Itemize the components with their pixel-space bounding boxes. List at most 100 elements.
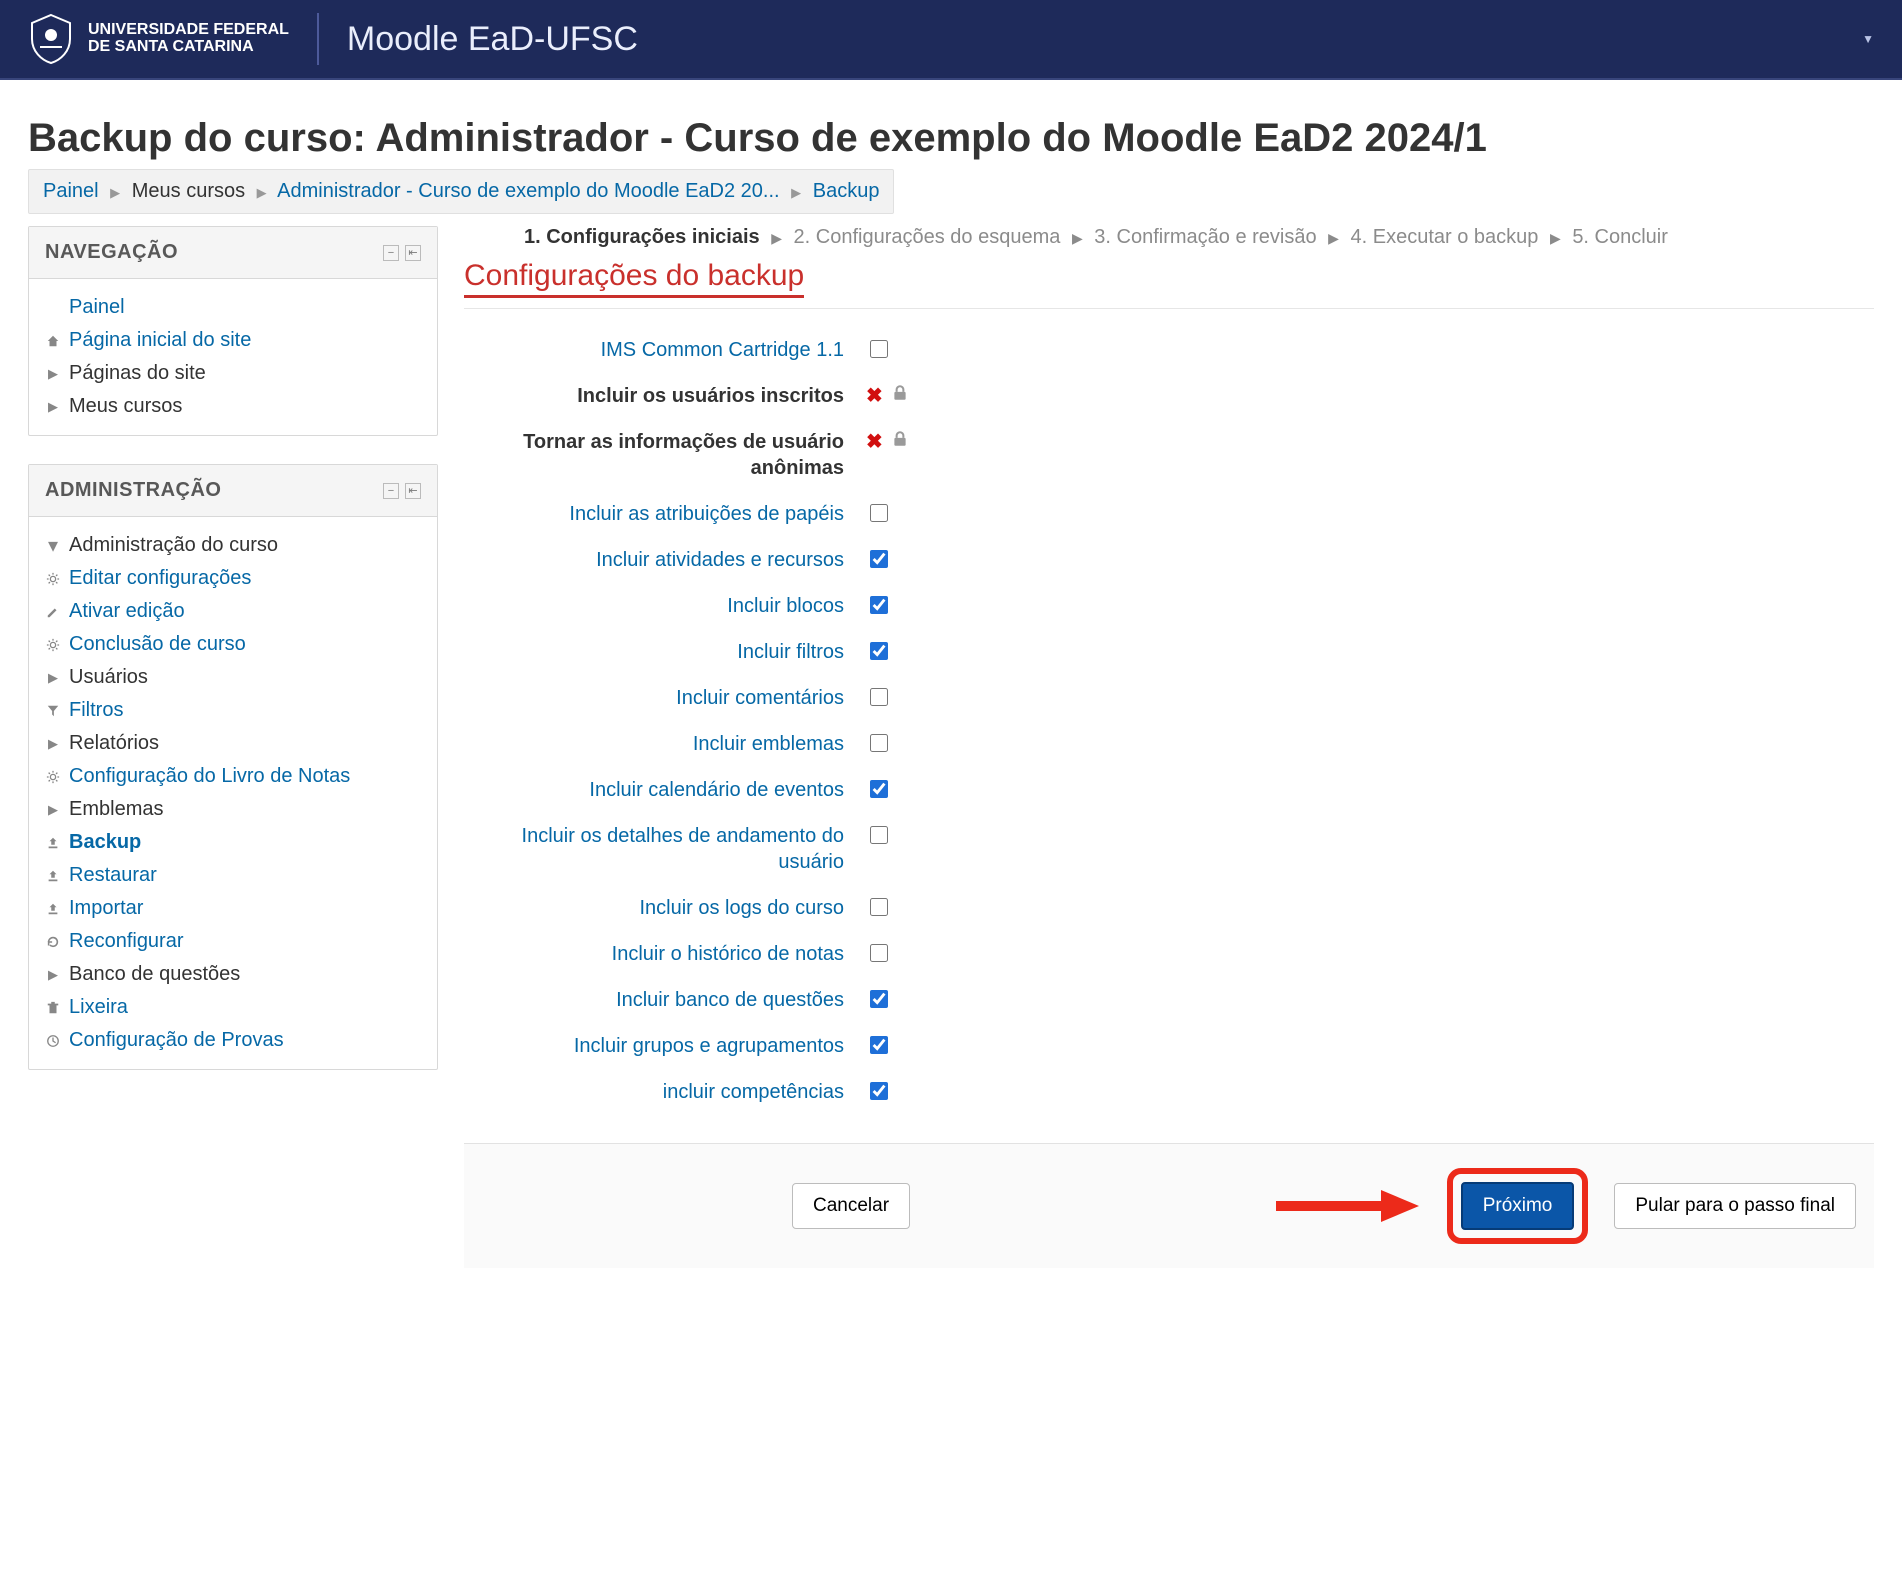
annotation-arrow-icon <box>1271 1186 1421 1226</box>
setting-label: Incluir o histórico de notas <box>464 941 844 967</box>
admin-item[interactable]: Restaurar <box>45 859 421 892</box>
setting-row: Incluir calendário de eventos <box>464 767 1874 813</box>
brand-line2: DE SANTA CATARINA <box>88 39 289 56</box>
setting-checkbox[interactable] <box>870 642 888 660</box>
admin-item[interactable]: ▶ Relatórios <box>45 727 421 760</box>
admin-item-label[interactable]: Restaurar <box>69 864 157 887</box>
setting-checkbox[interactable] <box>870 734 888 752</box>
nav-item-label: Meus cursos <box>69 395 182 418</box>
setting-row: Incluir blocos <box>464 583 1874 629</box>
admin-item[interactable]: Backup <box>45 826 421 859</box>
setting-checkbox[interactable] <box>870 596 888 614</box>
admin-item-label: Relatórios <box>69 732 159 755</box>
admin-item[interactable]: Ativar edição <box>45 595 421 628</box>
setting-control <box>866 593 891 617</box>
admin-item-label[interactable]: Editar configurações <box>69 567 251 590</box>
nav-item[interactable]: ▶Páginas do site <box>45 357 421 390</box>
nav-item[interactable]: Painel <box>45 291 421 324</box>
setting-control <box>866 1079 891 1103</box>
setting-checkbox[interactable] <box>870 990 888 1008</box>
skip-to-final-button[interactable]: Pular para o passo final <box>1614 1183 1856 1229</box>
caret-icon: ▶ <box>45 736 61 752</box>
step-5: 5. Concluir <box>1572 226 1668 248</box>
setting-row: Incluir comentários <box>464 675 1874 721</box>
admin-item-label[interactable]: Reconfigurar <box>69 930 184 953</box>
admin-item-label[interactable]: Conclusão de curso <box>69 633 246 656</box>
block-dock-icon[interactable]: ⇤ <box>405 245 421 261</box>
setting-label: Incluir blocos <box>464 593 844 619</box>
setting-control <box>866 639 891 663</box>
block-collapse-icon[interactable]: − <box>383 483 399 499</box>
navigation-list: Painel Página inicial do site ▶Páginas do … <box>45 291 421 423</box>
block-dock-icon[interactable]: ⇤ <box>405 483 421 499</box>
setting-checkbox[interactable] <box>870 780 888 798</box>
breadcrumb-course[interactable]: Administrador - Curso de exemplo do Mood… <box>277 180 779 202</box>
page-title: Backup do curso: Administrador - Curso d… <box>28 116 1874 161</box>
setting-label: Incluir banco de questões <box>464 987 844 1013</box>
user-menu-caret-icon[interactable]: ▼ <box>1862 32 1874 46</box>
setting-checkbox[interactable] <box>870 944 888 962</box>
setting-checkbox[interactable] <box>870 550 888 568</box>
setting-label: Incluir calendário de eventos <box>464 777 844 803</box>
nav-item-label[interactable]: Página inicial do site <box>69 329 251 352</box>
setting-row: Incluir filtros <box>464 629 1874 675</box>
funnel-icon <box>45 703 61 719</box>
admin-item[interactable]: Filtros <box>45 694 421 727</box>
breadcrumb-painel[interactable]: Painel <box>43 180 99 202</box>
admin-item[interactable]: Configuração de Provas <box>45 1024 421 1057</box>
setting-control <box>866 777 891 801</box>
setting-row: Incluir atividades e recursos <box>464 537 1874 583</box>
setting-control <box>866 547 891 571</box>
admin-item-label[interactable]: Configuração de Provas <box>69 1029 284 1052</box>
disabled-x-icon: ✖ <box>866 383 883 408</box>
admin-item[interactable]: Reconfigurar <box>45 925 421 958</box>
gear-icon <box>45 769 61 785</box>
breadcrumb-backup[interactable]: Backup <box>813 180 880 202</box>
caret-icon: ▶ <box>45 670 61 686</box>
admin-item-label[interactable]: Lixeira <box>69 996 128 1019</box>
admin-item[interactable]: Editar configurações <box>45 562 421 595</box>
admin-item[interactable]: ▶Banco de questões <box>45 958 421 991</box>
admin-item[interactable]: ▶Usuários <box>45 661 421 694</box>
setting-label: Incluir comentários <box>464 685 844 711</box>
admin-root[interactable]: ▾ Administração do curso <box>45 529 421 562</box>
admin-item-label[interactable]: Configuração do Livro de Notas <box>69 765 350 788</box>
setting-row: Incluir o histórico de notas <box>464 931 1874 977</box>
setting-label: Incluir filtros <box>464 639 844 665</box>
setting-label: IMS Common Cartridge 1.1 <box>464 337 844 363</box>
setting-checkbox[interactable] <box>870 1036 888 1054</box>
admin-item[interactable]: Configuração do Livro de Notas <box>45 760 421 793</box>
admin-item[interactable]: Lixeira <box>45 991 421 1024</box>
setting-checkbox[interactable] <box>870 898 888 916</box>
setting-label: Incluir atividades e recursos <box>464 547 844 573</box>
admin-item[interactable]: ▶Emblemas <box>45 793 421 826</box>
setting-checkbox[interactable] <box>870 1082 888 1100</box>
gear-icon <box>45 637 61 653</box>
setting-row: Incluir emblemas <box>464 721 1874 767</box>
admin-item-label[interactable]: Importar <box>69 897 143 920</box>
home-icon <box>45 333 61 349</box>
administration-block: ADMINISTRAÇÃO − ⇤ ▾ Administração do cur… <box>28 464 438 1070</box>
backup-settings-form: IMS Common Cartridge 1.1Incluir os usuár… <box>464 327 1874 1115</box>
setting-label: Incluir as atribuições de papéis <box>464 501 844 527</box>
disabled-x-icon: ✖ <box>866 429 883 454</box>
next-button[interactable]: Próximo <box>1461 1182 1575 1230</box>
admin-item-label: Emblemas <box>69 798 163 821</box>
setting-checkbox[interactable] <box>870 688 888 706</box>
admin-item[interactable]: Conclusão de curso <box>45 628 421 661</box>
site-title[interactable]: Moodle EaD-UFSC <box>347 20 638 59</box>
admin-item-label[interactable]: Ativar edição <box>69 600 185 623</box>
cancel-button[interactable]: Cancelar <box>792 1183 910 1229</box>
block-collapse-icon[interactable]: − <box>383 245 399 261</box>
setting-checkbox[interactable] <box>870 504 888 522</box>
nav-item[interactable]: ▶Meus cursos <box>45 390 421 423</box>
nav-item[interactable]: Página inicial do site <box>45 324 421 357</box>
nav-item-label[interactable]: Painel <box>69 296 125 319</box>
setting-checkbox[interactable] <box>870 826 888 844</box>
upload-icon <box>45 901 61 917</box>
admin-item-label[interactable]: Filtros <box>69 699 123 722</box>
admin-item[interactable]: Importar <box>45 892 421 925</box>
setting-checkbox[interactable] <box>870 340 888 358</box>
admin-item-label[interactable]: Backup <box>69 831 141 854</box>
setting-control <box>866 337 891 361</box>
